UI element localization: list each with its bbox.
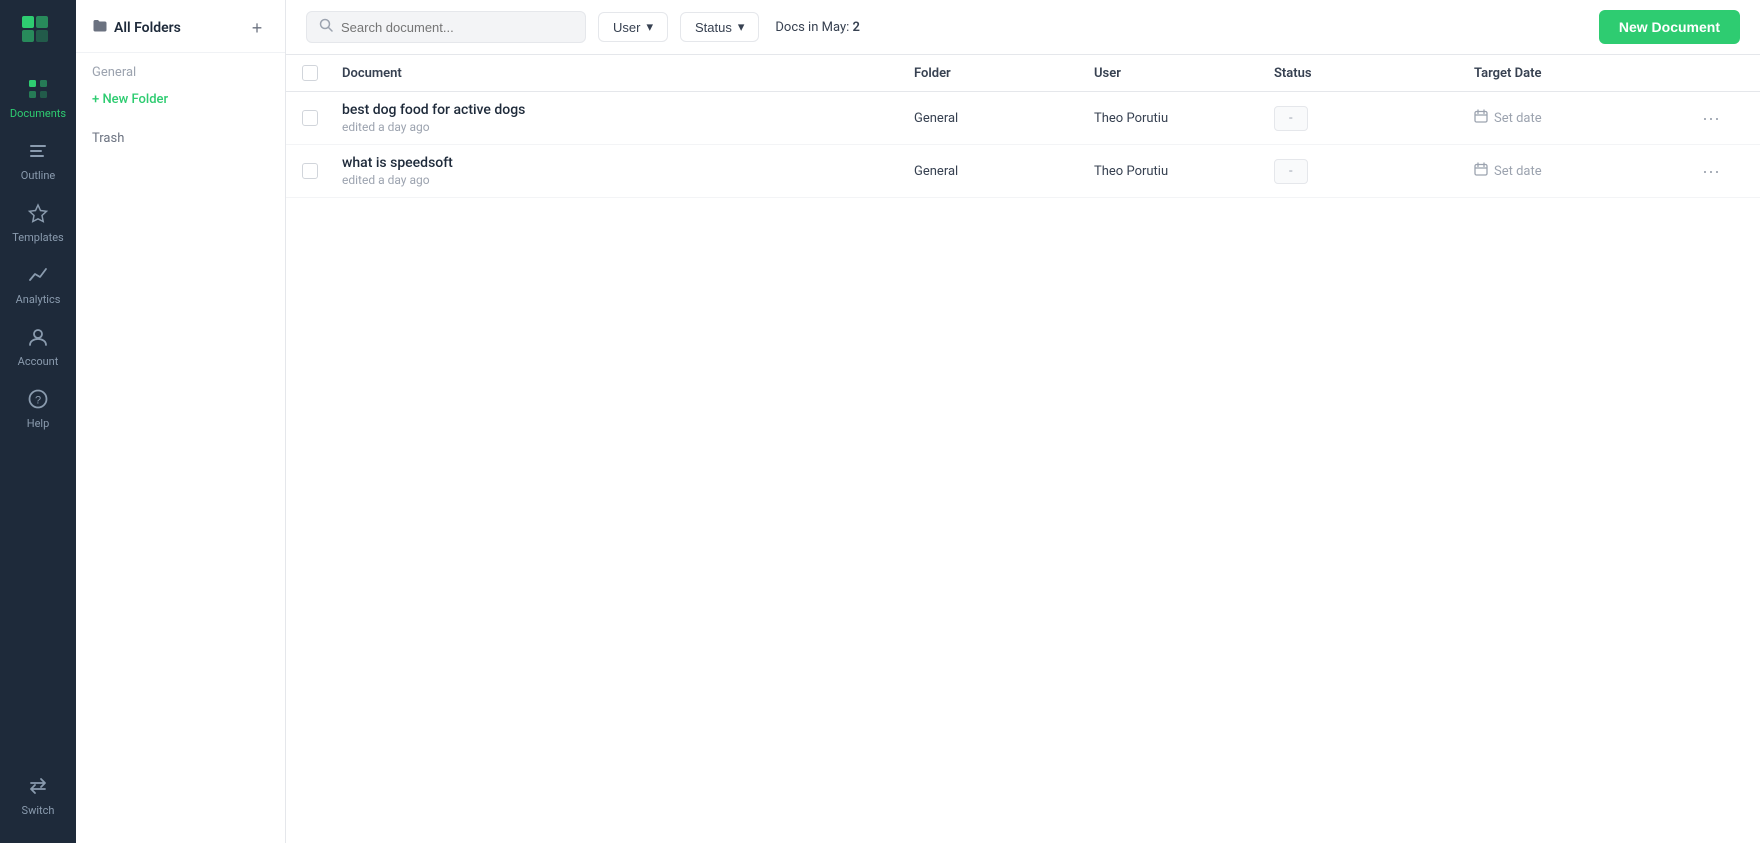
sidebar-item-outline[interactable]: Outline	[0, 130, 76, 192]
header-document: Document	[342, 66, 914, 81]
new-folder-link[interactable]: + New Folder	[76, 86, 285, 113]
doc-title: best dog food for active dogs	[342, 102, 914, 118]
user-filter-button[interactable]: User ▾	[598, 12, 668, 42]
analytics-icon	[27, 264, 49, 289]
doc-folder: General	[914, 164, 1094, 179]
user-filter-chevron-icon: ▾	[646, 19, 653, 35]
doc-info: best dog food for active dogs edited a d…	[342, 102, 914, 134]
search-input[interactable]	[341, 20, 573, 35]
status-filter-label: Status	[695, 20, 732, 35]
switch-icon	[27, 775, 49, 800]
svg-text:?: ?	[35, 395, 41, 407]
select-all-checkbox[interactable]	[302, 65, 318, 81]
sidebar-item-outline-label: Outline	[21, 169, 56, 182]
row-actions: ···	[1694, 104, 1744, 133]
table-header: Document Folder User Status Target Date	[286, 55, 1760, 92]
header-checkbox-cell	[302, 65, 342, 81]
add-folder-button[interactable]: +	[245, 16, 269, 40]
templates-icon	[27, 202, 49, 227]
more-options-button[interactable]: ···	[1694, 104, 1728, 133]
sidebar-item-switch-label: Switch	[22, 804, 55, 817]
row-checkbox-cell	[302, 163, 342, 179]
doc-status: -	[1274, 159, 1474, 184]
sidebar: Documents Outline Templates Analytics	[0, 0, 76, 843]
docs-count-value: 2	[852, 20, 859, 35]
more-options-button[interactable]: ···	[1694, 157, 1728, 186]
doc-user: Theo Porutiu	[1094, 111, 1274, 126]
documents-icon	[27, 78, 49, 103]
sidebar-item-templates[interactable]: Templates	[0, 192, 76, 254]
row-actions: ···	[1694, 157, 1744, 186]
folder-icon	[92, 18, 108, 38]
status-filter-chevron-icon: ▾	[738, 19, 745, 35]
table-row[interactable]: what is speedsoft edited a day ago Gener…	[286, 145, 1760, 198]
header-target-date: Target Date	[1474, 66, 1694, 81]
doc-title: what is speedsoft	[342, 155, 914, 171]
folder-header-title: All Folders	[92, 18, 181, 38]
sidebar-item-help[interactable]: ? Help	[0, 378, 76, 440]
new-document-button[interactable]: New Document	[1599, 10, 1740, 44]
set-date-label: Set date	[1494, 111, 1542, 126]
status-badge[interactable]: -	[1274, 106, 1308, 131]
sidebar-item-account[interactable]: Account	[0, 316, 76, 378]
docs-count: Docs in May: 2	[775, 20, 860, 35]
outline-icon	[27, 140, 49, 165]
toolbar: User ▾ Status ▾ Docs in May: 2 New Docum…	[286, 0, 1760, 55]
doc-subtitle: edited a day ago	[342, 173, 914, 187]
general-folder-label: General	[76, 53, 285, 86]
doc-folder: General	[914, 111, 1094, 126]
table-row[interactable]: best dog food for active dogs edited a d…	[286, 92, 1760, 145]
documents-table: Document Folder User Status Target Date …	[286, 55, 1760, 843]
doc-subtitle: edited a day ago	[342, 120, 914, 134]
header-status: Status	[1274, 66, 1474, 81]
doc-target-date[interactable]: Set date	[1474, 109, 1694, 127]
header-folder: Folder	[914, 66, 1094, 81]
help-icon: ?	[27, 388, 49, 413]
doc-target-date[interactable]: Set date	[1474, 162, 1694, 180]
doc-status: -	[1274, 106, 1474, 131]
status-filter-button[interactable]: Status ▾	[680, 12, 759, 42]
row-checkbox[interactable]	[302, 110, 318, 126]
user-filter-label: User	[613, 20, 640, 35]
doc-info: what is speedsoft edited a day ago	[342, 155, 914, 187]
sidebar-item-documents[interactable]: Documents	[0, 68, 76, 130]
doc-user: Theo Porutiu	[1094, 164, 1274, 179]
trash-folder[interactable]: Trash	[76, 121, 285, 156]
calendar-icon	[1474, 162, 1488, 180]
sidebar-item-documents-label: Documents	[10, 107, 66, 120]
status-badge[interactable]: -	[1274, 159, 1308, 184]
sidebar-item-switch[interactable]: Switch	[0, 765, 76, 827]
sidebar-item-account-label: Account	[18, 355, 59, 368]
row-checkbox[interactable]	[302, 163, 318, 179]
app-logo	[18, 12, 58, 52]
search-icon	[319, 18, 333, 36]
folder-header: All Folders +	[76, 0, 285, 53]
sidebar-item-analytics-label: Analytics	[16, 293, 61, 306]
header-user: User	[1094, 66, 1274, 81]
main-content: User ▾ Status ▾ Docs in May: 2 New Docum…	[286, 0, 1760, 843]
set-date-label: Set date	[1494, 164, 1542, 179]
row-checkbox-cell	[302, 110, 342, 126]
sidebar-item-analytics[interactable]: Analytics	[0, 254, 76, 316]
folder-panel: All Folders + General + New Folder Trash	[76, 0, 286, 843]
account-icon	[27, 326, 49, 351]
sidebar-item-templates-label: Templates	[12, 231, 63, 244]
search-box	[306, 11, 586, 43]
calendar-icon	[1474, 109, 1488, 127]
sidebar-item-help-label: Help	[27, 417, 50, 430]
